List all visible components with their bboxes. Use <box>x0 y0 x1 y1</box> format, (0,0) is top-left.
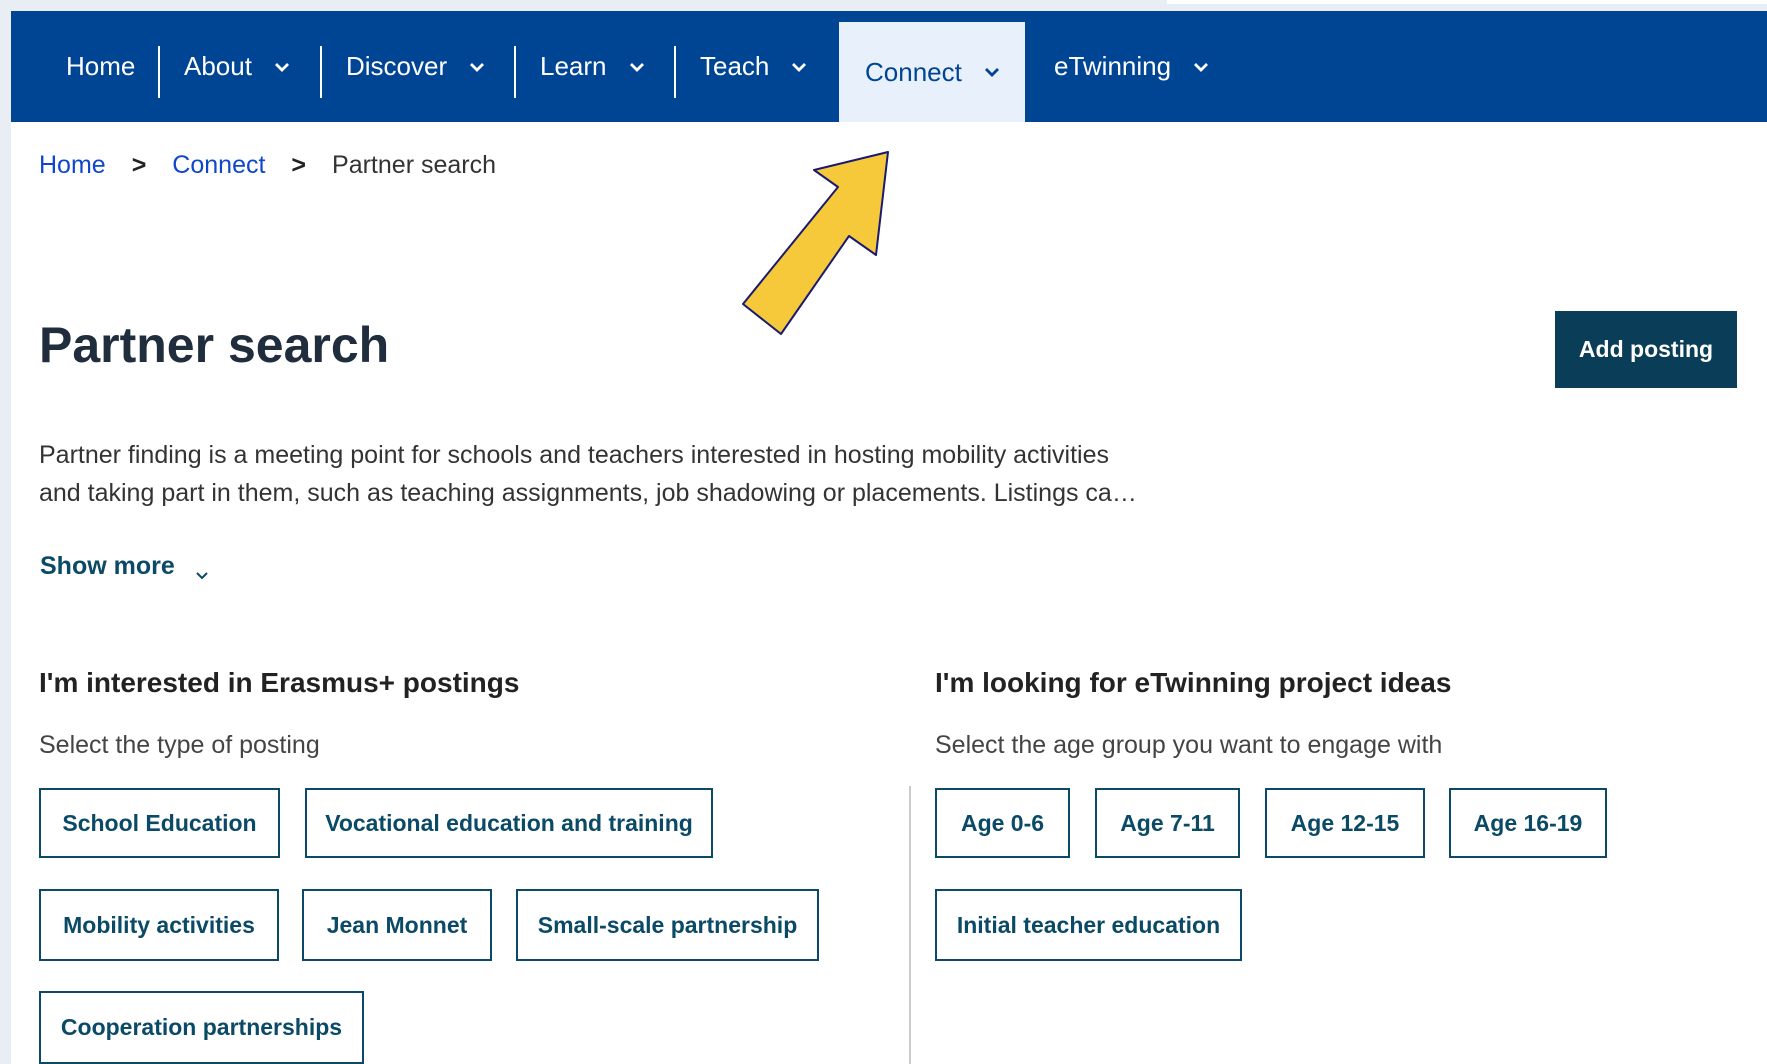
section-divider <box>909 786 911 1064</box>
intro-line-2: and taking part in them, such as teachin… <box>39 479 1137 507</box>
erasmus-section-subtitle: Select the type of posting <box>39 731 320 759</box>
nav-item-label: Learn <box>540 51 607 81</box>
nav-item-teach[interactable]: Teach <box>700 11 807 122</box>
posting-type-vocational-education[interactable]: Vocational education and training <box>305 788 713 858</box>
intro-text: Partner finding is a meeting point for s… <box>39 436 1159 512</box>
breadcrumb-current: Partner search <box>332 151 496 179</box>
intro-line-1: Partner finding is a meeting point for s… <box>39 441 1110 469</box>
nav-divider <box>514 46 516 98</box>
breadcrumb: Home > Connect > Partner search <box>39 151 496 180</box>
posting-type-cooperation-partnerships[interactable]: Cooperation partnerships <box>39 991 364 1064</box>
posting-type-jean-monnet[interactable]: Jean Monnet <box>302 889 492 961</box>
age-group-12-15[interactable]: Age 12-15 <box>1265 788 1425 858</box>
window-left-strip <box>0 0 11 1064</box>
add-posting-button[interactable]: Add posting <box>1555 311 1737 388</box>
chevron-down-icon <box>1193 60 1209 74</box>
chevron-down-icon <box>984 65 999 79</box>
nav-item-discover[interactable]: Discover <box>346 11 485 122</box>
age-group-16-19[interactable]: Age 16-19 <box>1449 788 1607 858</box>
breadcrumb-home[interactable]: Home <box>39 151 106 180</box>
age-group-0-6[interactable]: Age 0-6 <box>935 788 1070 858</box>
nav-item-about[interactable]: About <box>184 11 289 122</box>
etwinning-section-title: I'm looking for eTwinning project ideas <box>935 667 1452 698</box>
nav-item-connect[interactable]: Connect <box>839 22 1025 122</box>
chevron-down-icon <box>195 560 209 579</box>
etwinning-section-subtitle: Select the age group you want to engage … <box>935 731 1443 759</box>
nav-item-label: About <box>184 51 252 81</box>
nav-item-learn[interactable]: Learn <box>540 11 644 122</box>
posting-type-school-education[interactable]: School Education <box>39 788 280 858</box>
chevron-down-icon <box>791 60 807 74</box>
age-group-initial-teacher-education[interactable]: Initial teacher education <box>935 889 1242 961</box>
nav-divider <box>158 46 160 98</box>
nav-item-label: Home <box>66 51 136 81</box>
nav-item-label: Connect <box>865 56 962 87</box>
breadcrumb-connect[interactable]: Connect <box>172 151 265 180</box>
nav-item-label: Teach <box>700 51 770 81</box>
age-group-7-11[interactable]: Age 7-11 <box>1095 788 1240 858</box>
nav-divider <box>320 46 322 98</box>
page: Home About Discover Learn Teach Connect … <box>11 11 1767 1064</box>
chevron-right-icon: > <box>131 151 147 179</box>
nav-divider <box>674 46 676 98</box>
chevron-down-icon <box>274 60 289 74</box>
chevron-down-icon <box>469 60 485 74</box>
posting-type-mobility-activities[interactable]: Mobility activities <box>39 889 279 961</box>
chevron-down-icon <box>629 60 644 74</box>
window-top-strip-right <box>1167 0 1767 4</box>
nav-item-etwinning[interactable]: eTwinning <box>1054 11 1209 122</box>
chevron-right-icon: > <box>291 151 307 179</box>
nav-item-label: eTwinning <box>1054 51 1172 81</box>
main-nav: Home About Discover Learn Teach Connect … <box>11 11 1767 122</box>
page-title: Partner search <box>39 317 390 373</box>
show-more-label: Show more <box>40 552 175 580</box>
show-more-toggle[interactable]: Show more <box>40 552 209 581</box>
nav-item-home[interactable]: Home <box>66 11 135 122</box>
posting-type-small-scale-partnership[interactable]: Small-scale partnership <box>516 889 819 961</box>
erasmus-section-title: I'm interested in Erasmus+ postings <box>39 667 520 698</box>
nav-item-label: Discover <box>346 51 448 81</box>
